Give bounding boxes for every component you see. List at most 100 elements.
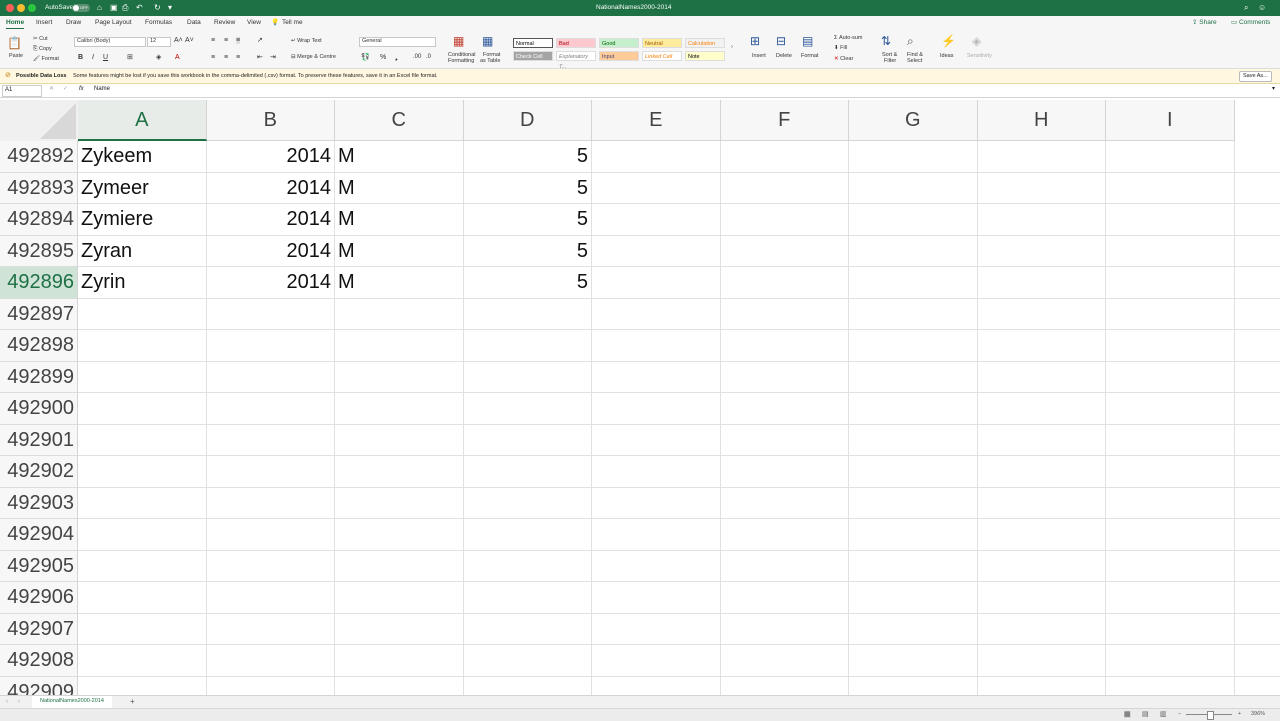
print-icon[interactable]: ⎙	[122, 3, 128, 13]
percent-icon[interactable]: %	[380, 54, 386, 61]
clear-button[interactable]: ✕ Clear	[834, 56, 853, 63]
cell-c[interactable]	[338, 519, 461, 550]
insert-function-icon[interactable]: fx	[79, 86, 84, 93]
cell-c[interactable]	[338, 614, 461, 645]
orientation-icon[interactable]: ↗	[257, 37, 263, 44]
share-button[interactable]: ⇪ Share	[1192, 19, 1217, 27]
cell-d[interactable]	[464, 645, 589, 676]
styles-more-icon[interactable]: ›	[731, 44, 733, 51]
cell-d[interactable]: 5	[464, 204, 588, 235]
underline-button[interactable]: U	[103, 54, 108, 61]
previous-sheet-icon[interactable]: ‹	[6, 699, 8, 706]
cell-a[interactable]	[81, 614, 204, 645]
ideas-button[interactable]: Ideas	[940, 53, 953, 60]
cell-b[interactable]	[207, 456, 332, 487]
row-header[interactable]: 492899	[0, 361, 78, 393]
cell-d[interactable]	[464, 456, 589, 487]
zoom-window-button[interactable]	[28, 4, 36, 12]
cell-b[interactable]	[207, 677, 332, 696]
merge-center-button[interactable]: ⊟ Merge & Centre	[291, 54, 336, 61]
cell-style-bad[interactable]: Bad	[556, 38, 596, 48]
cell-b[interactable]	[207, 425, 332, 456]
normal-view-icon[interactable]: ▦	[1124, 711, 1131, 718]
autosum-button[interactable]: Σ Auto-sum	[834, 35, 862, 42]
tab-view[interactable]: View	[247, 19, 261, 27]
row-header[interactable]: 492893	[0, 172, 78, 204]
cell-c[interactable]: M	[338, 267, 461, 298]
find-select-label-2[interactable]: Select	[907, 58, 922, 65]
cell-a[interactable]	[81, 551, 204, 582]
cell-style-calculation[interactable]: Calculation	[685, 38, 725, 48]
cell-b[interactable]	[207, 519, 332, 550]
format-painter-button[interactable]: 🖌 Format	[33, 56, 59, 63]
cell-d[interactable]	[464, 519, 589, 550]
decrease-font-icon[interactable]: A˅	[185, 37, 194, 44]
currency-icon[interactable]: 💱	[361, 54, 370, 61]
cell-a[interactable]	[81, 488, 204, 519]
sort-filter-label-2[interactable]: Filter	[884, 58, 896, 65]
row-header[interactable]: 492900	[0, 393, 78, 425]
save-icon[interactable]: ▣	[110, 3, 118, 13]
cell-b[interactable]	[207, 614, 332, 645]
paste-icon[interactable]: 📋	[7, 36, 22, 50]
cell-d[interactable]	[464, 330, 589, 361]
decrease-indent-icon[interactable]: ⇤	[257, 54, 263, 61]
find-select-icon[interactable]: ⌕	[907, 34, 914, 48]
font-name-select[interactable]: Calibri (Body)	[74, 37, 146, 47]
cell-d[interactable]	[464, 425, 589, 456]
italic-button[interactable]: I	[92, 54, 94, 61]
zoom-level[interactable]: 396%	[1251, 711, 1265, 718]
cell-c[interactable]: M	[338, 204, 461, 235]
cell-d[interactable]: 5	[464, 141, 588, 172]
copy-button[interactable]: ⎘ Copy	[33, 46, 52, 53]
undo-icon[interactable]: ↶	[136, 3, 143, 13]
next-sheet-icon[interactable]: ›	[18, 699, 20, 706]
cell-style-note[interactable]: Note	[685, 51, 725, 61]
delete-cells-button[interactable]: Delete	[776, 53, 792, 60]
sort-filter-icon[interactable]: ⇅	[881, 34, 891, 48]
increase-decimal-icon[interactable]: .00	[413, 54, 421, 61]
cell-d[interactable]	[464, 677, 589, 696]
format-cells-button[interactable]: Format	[801, 53, 818, 60]
fill-button[interactable]: ⬇ Fill	[834, 45, 847, 52]
cell-a[interactable]: Zykeem	[81, 141, 204, 172]
cell-d[interactable]	[464, 614, 589, 645]
cell-style-neutral[interactable]: Neutral	[642, 38, 682, 48]
cell-c[interactable]	[338, 551, 461, 582]
font-color-icon[interactable]: A	[175, 54, 180, 61]
name-box[interactable]: A1	[2, 85, 42, 97]
align-center-icon[interactable]: ≡	[224, 54, 228, 61]
comments-button[interactable]: ▭ Comments	[1231, 19, 1270, 27]
align-top-icon[interactable]: ≡	[211, 37, 215, 44]
column-header-g[interactable]: G	[849, 100, 978, 141]
cell-c[interactable]	[338, 393, 461, 424]
row-header[interactable]: 492892	[0, 141, 78, 173]
cell-d[interactable]	[464, 551, 589, 582]
tab-insert[interactable]: Insert	[36, 19, 52, 27]
search-icon[interactable]: ⌕	[1244, 3, 1248, 13]
row-header[interactable]: 492904	[0, 519, 78, 551]
cell-c[interactable]	[338, 645, 461, 676]
row-header[interactable]: 492898	[0, 330, 78, 362]
sensitivity-button[interactable]: Sensitivity	[967, 53, 992, 60]
zoom-slider[interactable]	[1186, 711, 1232, 720]
cell-d[interactable]: 5	[464, 173, 588, 204]
tab-home[interactable]: Home	[6, 19, 25, 29]
cell-d[interactable]	[464, 488, 589, 519]
row-header[interactable]: 492894	[0, 204, 78, 236]
wrap-text-button[interactable]: ↵ Wrap Text	[291, 38, 322, 45]
row-header[interactable]: 492897	[0, 298, 78, 330]
autosave-toggle[interactable]: OFF	[72, 4, 90, 12]
save-as-button[interactable]: Save As...	[1239, 71, 1272, 82]
minimize-window-button[interactable]	[17, 4, 25, 12]
cell-c[interactable]	[338, 299, 461, 330]
column-header-c[interactable]: C	[335, 100, 464, 141]
comma-style-icon[interactable]: ❟	[395, 54, 398, 61]
cell-a[interactable]	[81, 519, 204, 550]
column-header-e[interactable]: E	[592, 100, 721, 141]
page-layout-view-icon[interactable]: ▤	[1142, 711, 1149, 718]
row-header[interactable]: 492901	[0, 424, 78, 456]
number-format-select[interactable]: General	[359, 37, 436, 47]
select-all-button[interactable]	[0, 100, 79, 142]
paste-button[interactable]: Paste	[9, 53, 23, 60]
